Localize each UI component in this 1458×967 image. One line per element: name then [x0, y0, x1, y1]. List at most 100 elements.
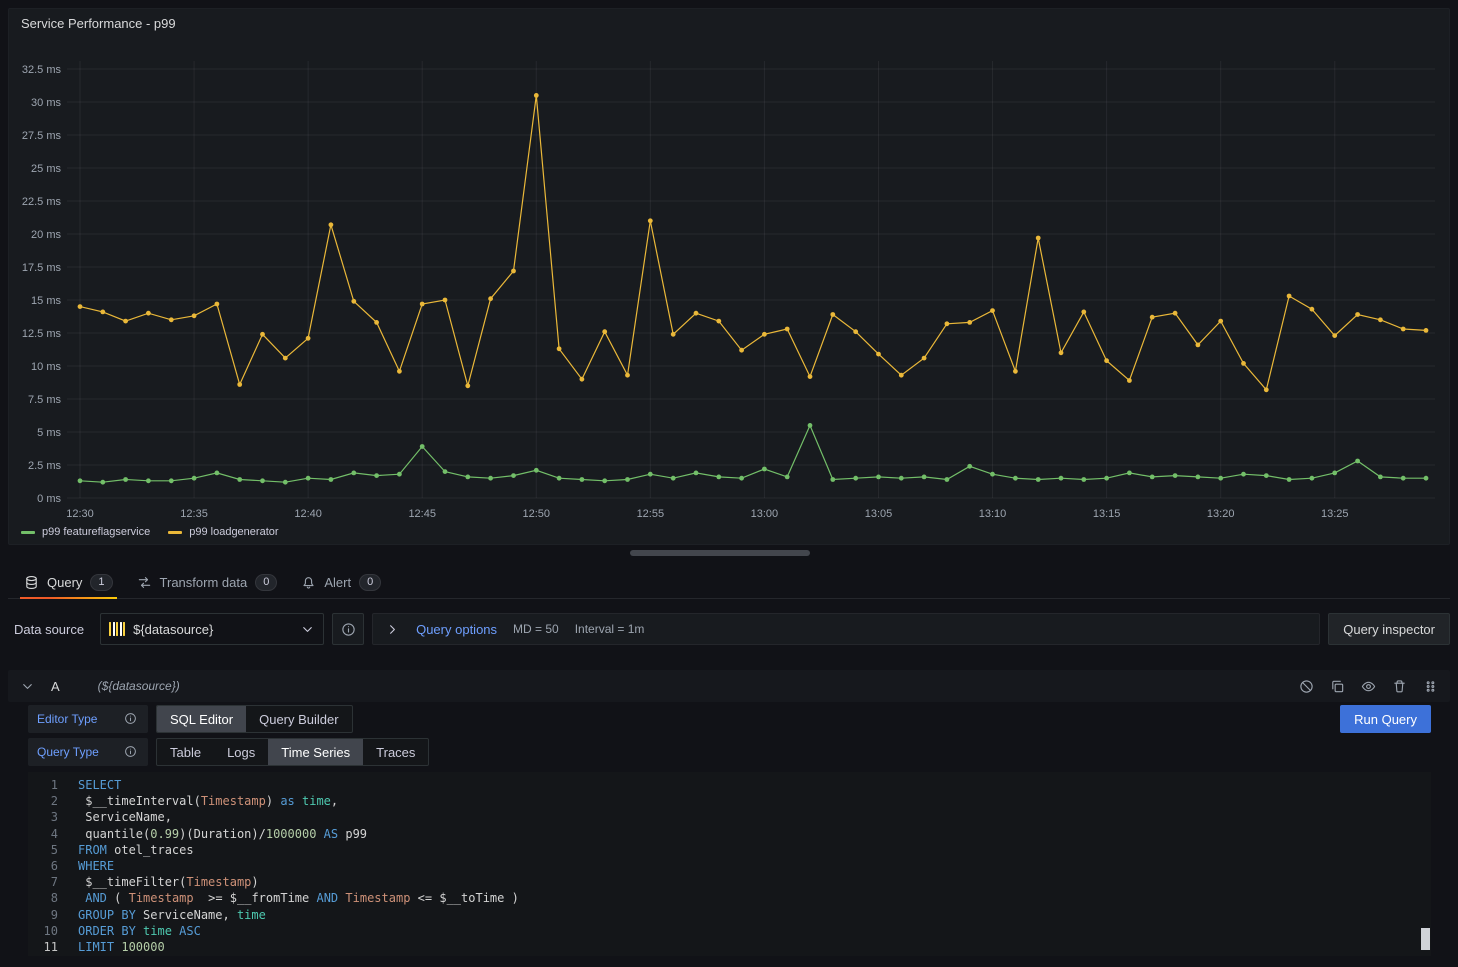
toggle-visibility-icon[interactable]	[1361, 679, 1376, 694]
tab-query[interactable]: Query1	[12, 566, 125, 598]
legend-series-swatch	[21, 531, 35, 534]
code-text: $__timeFilter(Timestamp)	[78, 874, 259, 890]
tab-count-badge: 0	[255, 574, 277, 591]
drag-handle-icon[interactable]	[1423, 679, 1438, 694]
timeseries-chart[interactable]: 0 ms2.5 ms5 ms7.5 ms10 ms12.5 ms15 ms17.…	[9, 39, 1449, 529]
clickhouse-logo-icon	[109, 622, 125, 636]
collapse-chevron-icon[interactable]	[20, 679, 35, 694]
chevron-down-icon	[300, 622, 315, 637]
query-type-label: Query Type	[28, 738, 148, 766]
sql-line[interactable]: 11 LIMIT 100000	[28, 939, 1431, 955]
tab-alert[interactable]: Alert0	[289, 566, 393, 598]
sql-line[interactable]: 1 SELECT	[28, 777, 1431, 793]
line-number: 3	[28, 809, 58, 825]
line-number: 5	[28, 842, 58, 858]
sql-editor[interactable]: 1 SELECT2 $__timeInterval(Timestamp) as t…	[28, 772, 1431, 956]
option-query-builder[interactable]: Query Builder	[246, 706, 351, 732]
sql-line[interactable]: 4 quantile(0.99)(Duration)/1000000 AS p9…	[28, 826, 1431, 842]
query-editor-tabs: Query1 Transform data 0 Alert0	[8, 566, 1450, 599]
svg-text:2.5 ms: 2.5 ms	[28, 460, 62, 472]
code-text: AND ( Timestamp >= $__fromTime AND Times…	[78, 890, 519, 906]
legend-item[interactable]: p99 loadgenerator	[168, 526, 278, 538]
info-circle-icon[interactable]	[124, 745, 139, 760]
bell-icon	[301, 575, 316, 590]
panel-title[interactable]: Service Performance - p99	[21, 16, 176, 31]
datasource-picker[interactable]: ${datasource}	[100, 613, 324, 645]
svg-text:12:55: 12:55	[637, 508, 665, 520]
sql-line[interactable]: 6WHERE	[28, 858, 1431, 874]
run-query-button[interactable]: Run Query	[1340, 705, 1431, 733]
legend-series-label: p99 featureflagservice	[42, 526, 150, 538]
svg-text:0 ms: 0 ms	[37, 493, 61, 505]
tab-transform-data[interactable]: Transform data 0	[125, 566, 290, 598]
svg-text:22.5 ms: 22.5 ms	[22, 196, 62, 208]
horizontal-scrollbar-thumb[interactable]	[630, 550, 810, 556]
line-number: 4	[28, 826, 58, 842]
query-ref-id[interactable]: A	[51, 679, 60, 694]
option-traces[interactable]: Traces	[363, 739, 428, 765]
svg-text:12:50: 12:50	[523, 508, 551, 520]
query-options-bar[interactable]: Query options MD = 50 Interval = 1m	[372, 613, 1320, 645]
sql-line[interactable]: 8 AND ( Timestamp >= $__fromTime AND Tim…	[28, 890, 1431, 906]
svg-text:13:00: 13:00	[751, 508, 779, 520]
query-options-interval: Interval = 1m	[575, 622, 645, 636]
option-table[interactable]: Table	[157, 739, 214, 765]
line-number: 10	[28, 923, 58, 939]
duplicate-query-icon[interactable]	[1330, 679, 1345, 694]
svg-text:13:25: 13:25	[1321, 508, 1349, 520]
line-number: 7	[28, 874, 58, 890]
editor-scrollbar-thumb[interactable]	[1421, 928, 1430, 950]
code-text: $__timeInterval(Timestamp) as time,	[78, 793, 338, 809]
sql-line[interactable]: 2 $__timeInterval(Timestamp) as time,	[28, 793, 1431, 809]
legend-series-swatch	[168, 531, 182, 534]
line-number: 11	[28, 939, 58, 955]
query-inspector-button[interactable]: Query inspector	[1328, 613, 1450, 645]
line-number: 9	[28, 907, 58, 923]
svg-text:12:30: 12:30	[66, 508, 94, 520]
sql-line[interactable]: 5 FROM otel_traces	[28, 842, 1431, 858]
svg-text:10 ms: 10 ms	[31, 361, 61, 373]
svg-text:13:10: 13:10	[979, 508, 1007, 520]
datasource-value: ${datasource}	[133, 622, 292, 637]
code-text: WHERE	[78, 858, 114, 874]
sql-line[interactable]: 10ORDER BY time ASC	[28, 923, 1431, 939]
legend-item[interactable]: p99 featureflagservice	[21, 526, 150, 538]
code-text: quantile(0.99)(Duration)/1000000 AS p99	[78, 826, 367, 842]
svg-text:12:35: 12:35	[180, 508, 208, 520]
chart-legend: p99 featureflagservice p99 loadgenerator	[21, 526, 279, 538]
option-logs[interactable]: Logs	[214, 739, 268, 765]
tab-label: Alert	[324, 575, 351, 590]
sql-line[interactable]: 7 $__timeFilter(Timestamp)	[28, 874, 1431, 890]
svg-text:27.5 ms: 27.5 ms	[22, 130, 62, 142]
datasource-toolbar: Data source ${datasource} Query options …	[8, 612, 1450, 646]
info-circle-icon	[341, 622, 356, 637]
svg-text:13:15: 13:15	[1093, 508, 1121, 520]
disable-query-icon[interactable]	[1299, 679, 1314, 694]
datasource-help-button[interactable]	[332, 613, 364, 645]
sql-line[interactable]: 3 ServiceName,	[28, 809, 1431, 825]
sql-line[interactable]: 9 GROUP BY ServiceName, time	[28, 907, 1431, 923]
svg-text:20 ms: 20 ms	[31, 229, 61, 241]
datasource-label: Data source	[8, 622, 92, 637]
svg-text:15 ms: 15 ms	[31, 295, 61, 307]
line-number: 1	[28, 777, 58, 793]
svg-text:30 ms: 30 ms	[31, 97, 61, 109]
query-options-link[interactable]: Query options	[416, 622, 497, 637]
svg-text:5 ms: 5 ms	[37, 427, 61, 439]
tab-label: Transform data	[160, 575, 248, 590]
info-circle-icon[interactable]	[124, 712, 139, 727]
svg-text:17.5 ms: 17.5 ms	[22, 262, 62, 274]
code-text: LIMIT 100000	[78, 939, 165, 955]
code-text: GROUP BY ServiceName, time	[78, 907, 266, 923]
option-sql-editor[interactable]: SQL Editor	[157, 706, 246, 732]
delete-query-icon[interactable]	[1392, 679, 1407, 694]
svg-text:12:40: 12:40	[294, 508, 322, 520]
editor-type-row: Editor Type SQL EditorQuery Builder Run …	[28, 705, 1431, 733]
svg-text:32.5 ms: 32.5 ms	[22, 64, 62, 76]
svg-text:25 ms: 25 ms	[31, 163, 61, 175]
line-number: 8	[28, 890, 58, 906]
option-time-series[interactable]: Time Series	[268, 739, 363, 765]
chevron-right-icon	[385, 622, 400, 637]
code-text: FROM otel_traces	[78, 842, 194, 858]
code-text: SELECT	[78, 777, 121, 793]
